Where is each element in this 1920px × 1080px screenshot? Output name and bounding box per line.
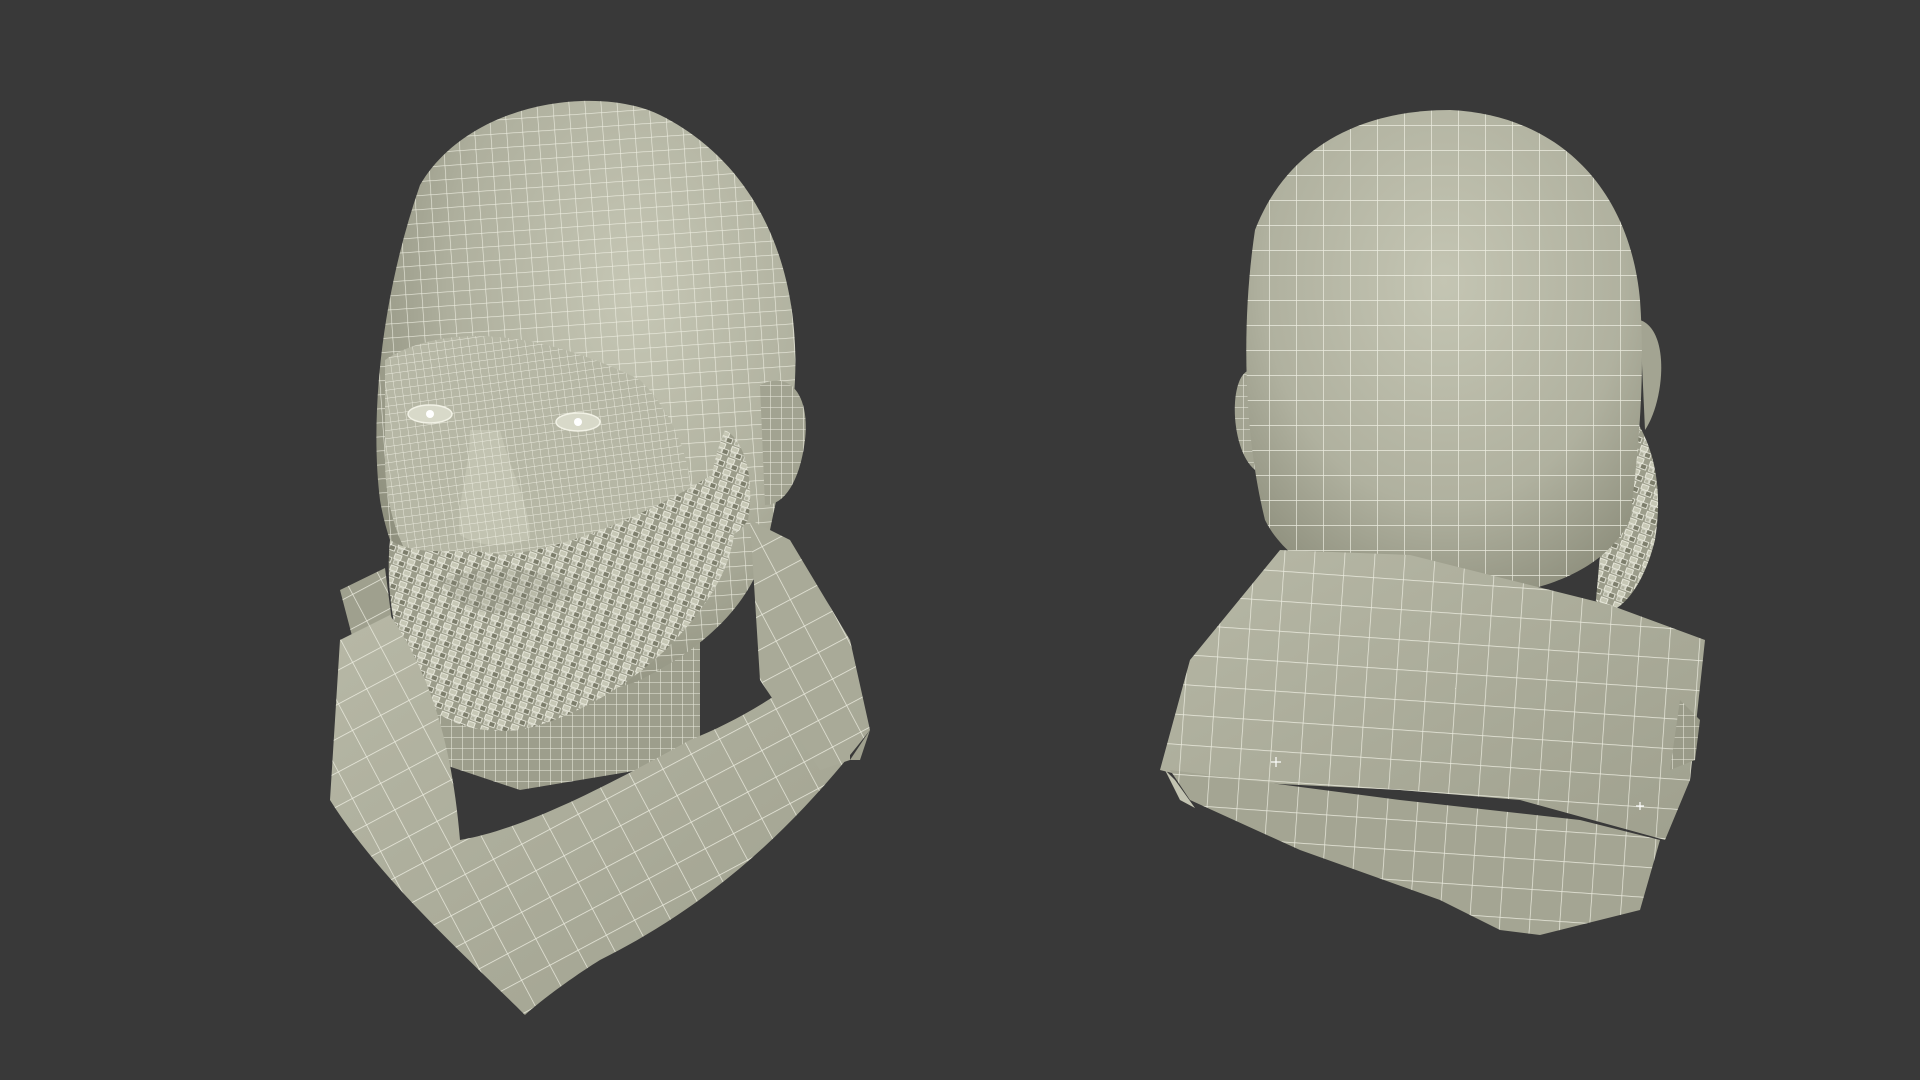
head-model-front <box>330 100 870 1015</box>
back-right-ear <box>1640 320 1662 430</box>
head-model-back <box>1160 110 1705 935</box>
render-scene <box>330 100 1705 1015</box>
render-viewport <box>0 0 1920 1080</box>
